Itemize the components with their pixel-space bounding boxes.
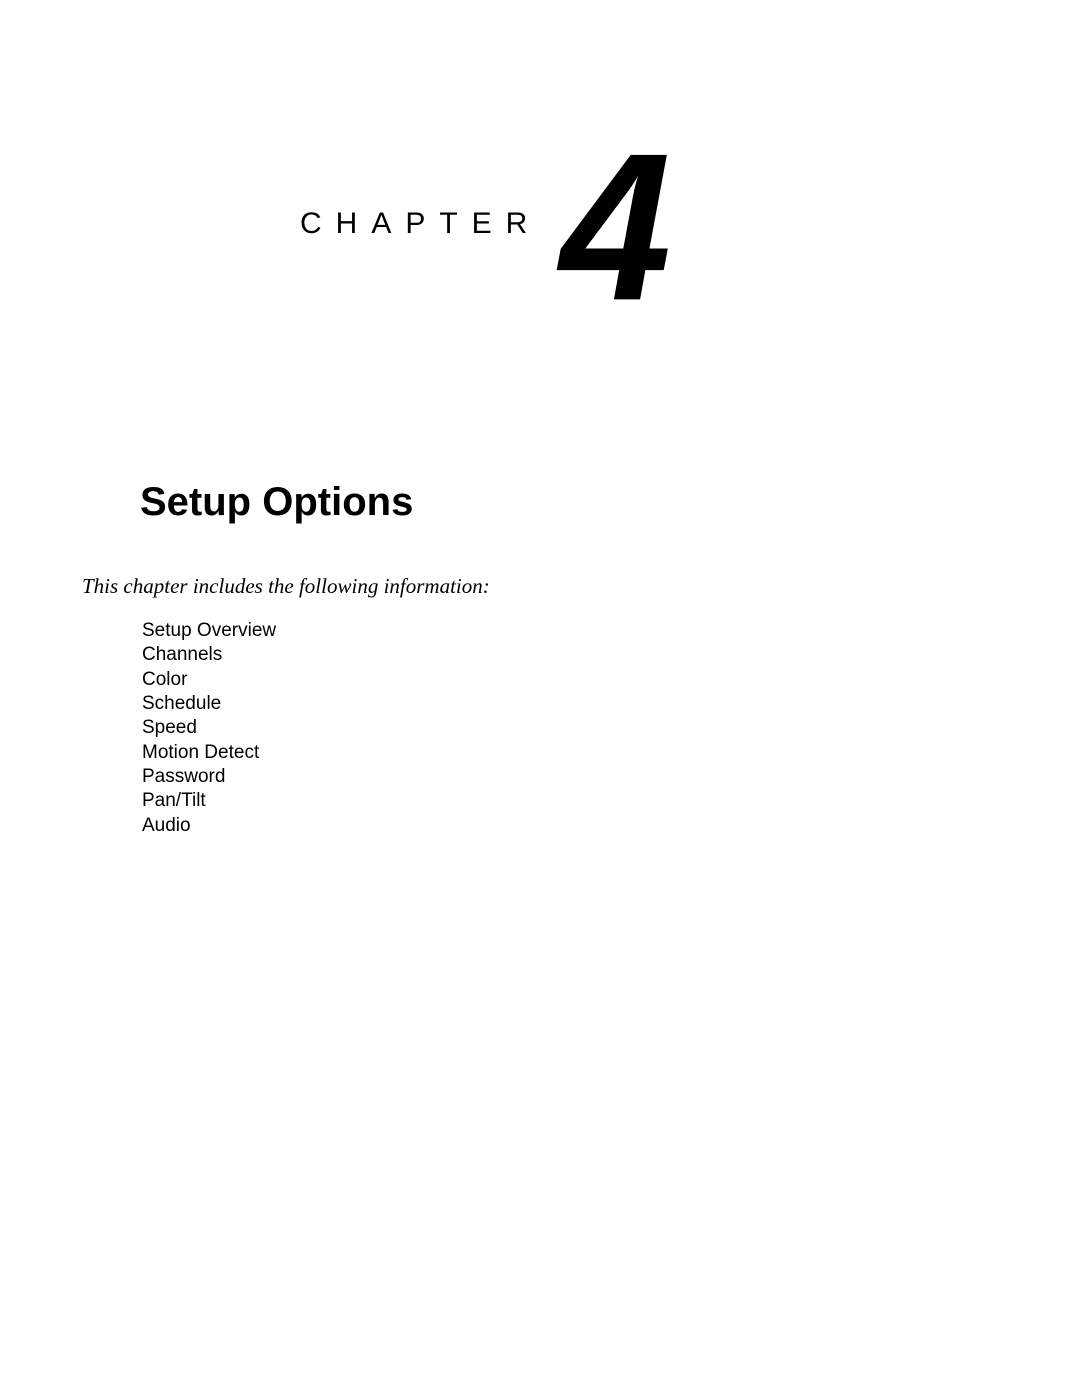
list-item: Setup Overview [142,619,276,643]
list-item: Channels [142,643,276,667]
chapter-number: 4 [560,123,671,333]
chapter-intro: This chapter includes the following info… [82,574,490,599]
list-item: Schedule [142,692,276,716]
list-item: Pan/Tilt [142,789,276,813]
list-item: Audio [142,814,276,838]
chapter-title: Setup Options [140,480,413,525]
list-item: Color [142,668,276,692]
chapter-label: CHAPTER [300,207,541,241]
list-item: Speed [142,716,276,740]
topic-list: Setup Overview Channels Color Schedule S… [142,619,276,838]
list-item: Motion Detect [142,741,276,765]
page: CHAPTER 4 Setup Options This chapter inc… [0,0,1080,1397]
list-item: Password [142,765,276,789]
